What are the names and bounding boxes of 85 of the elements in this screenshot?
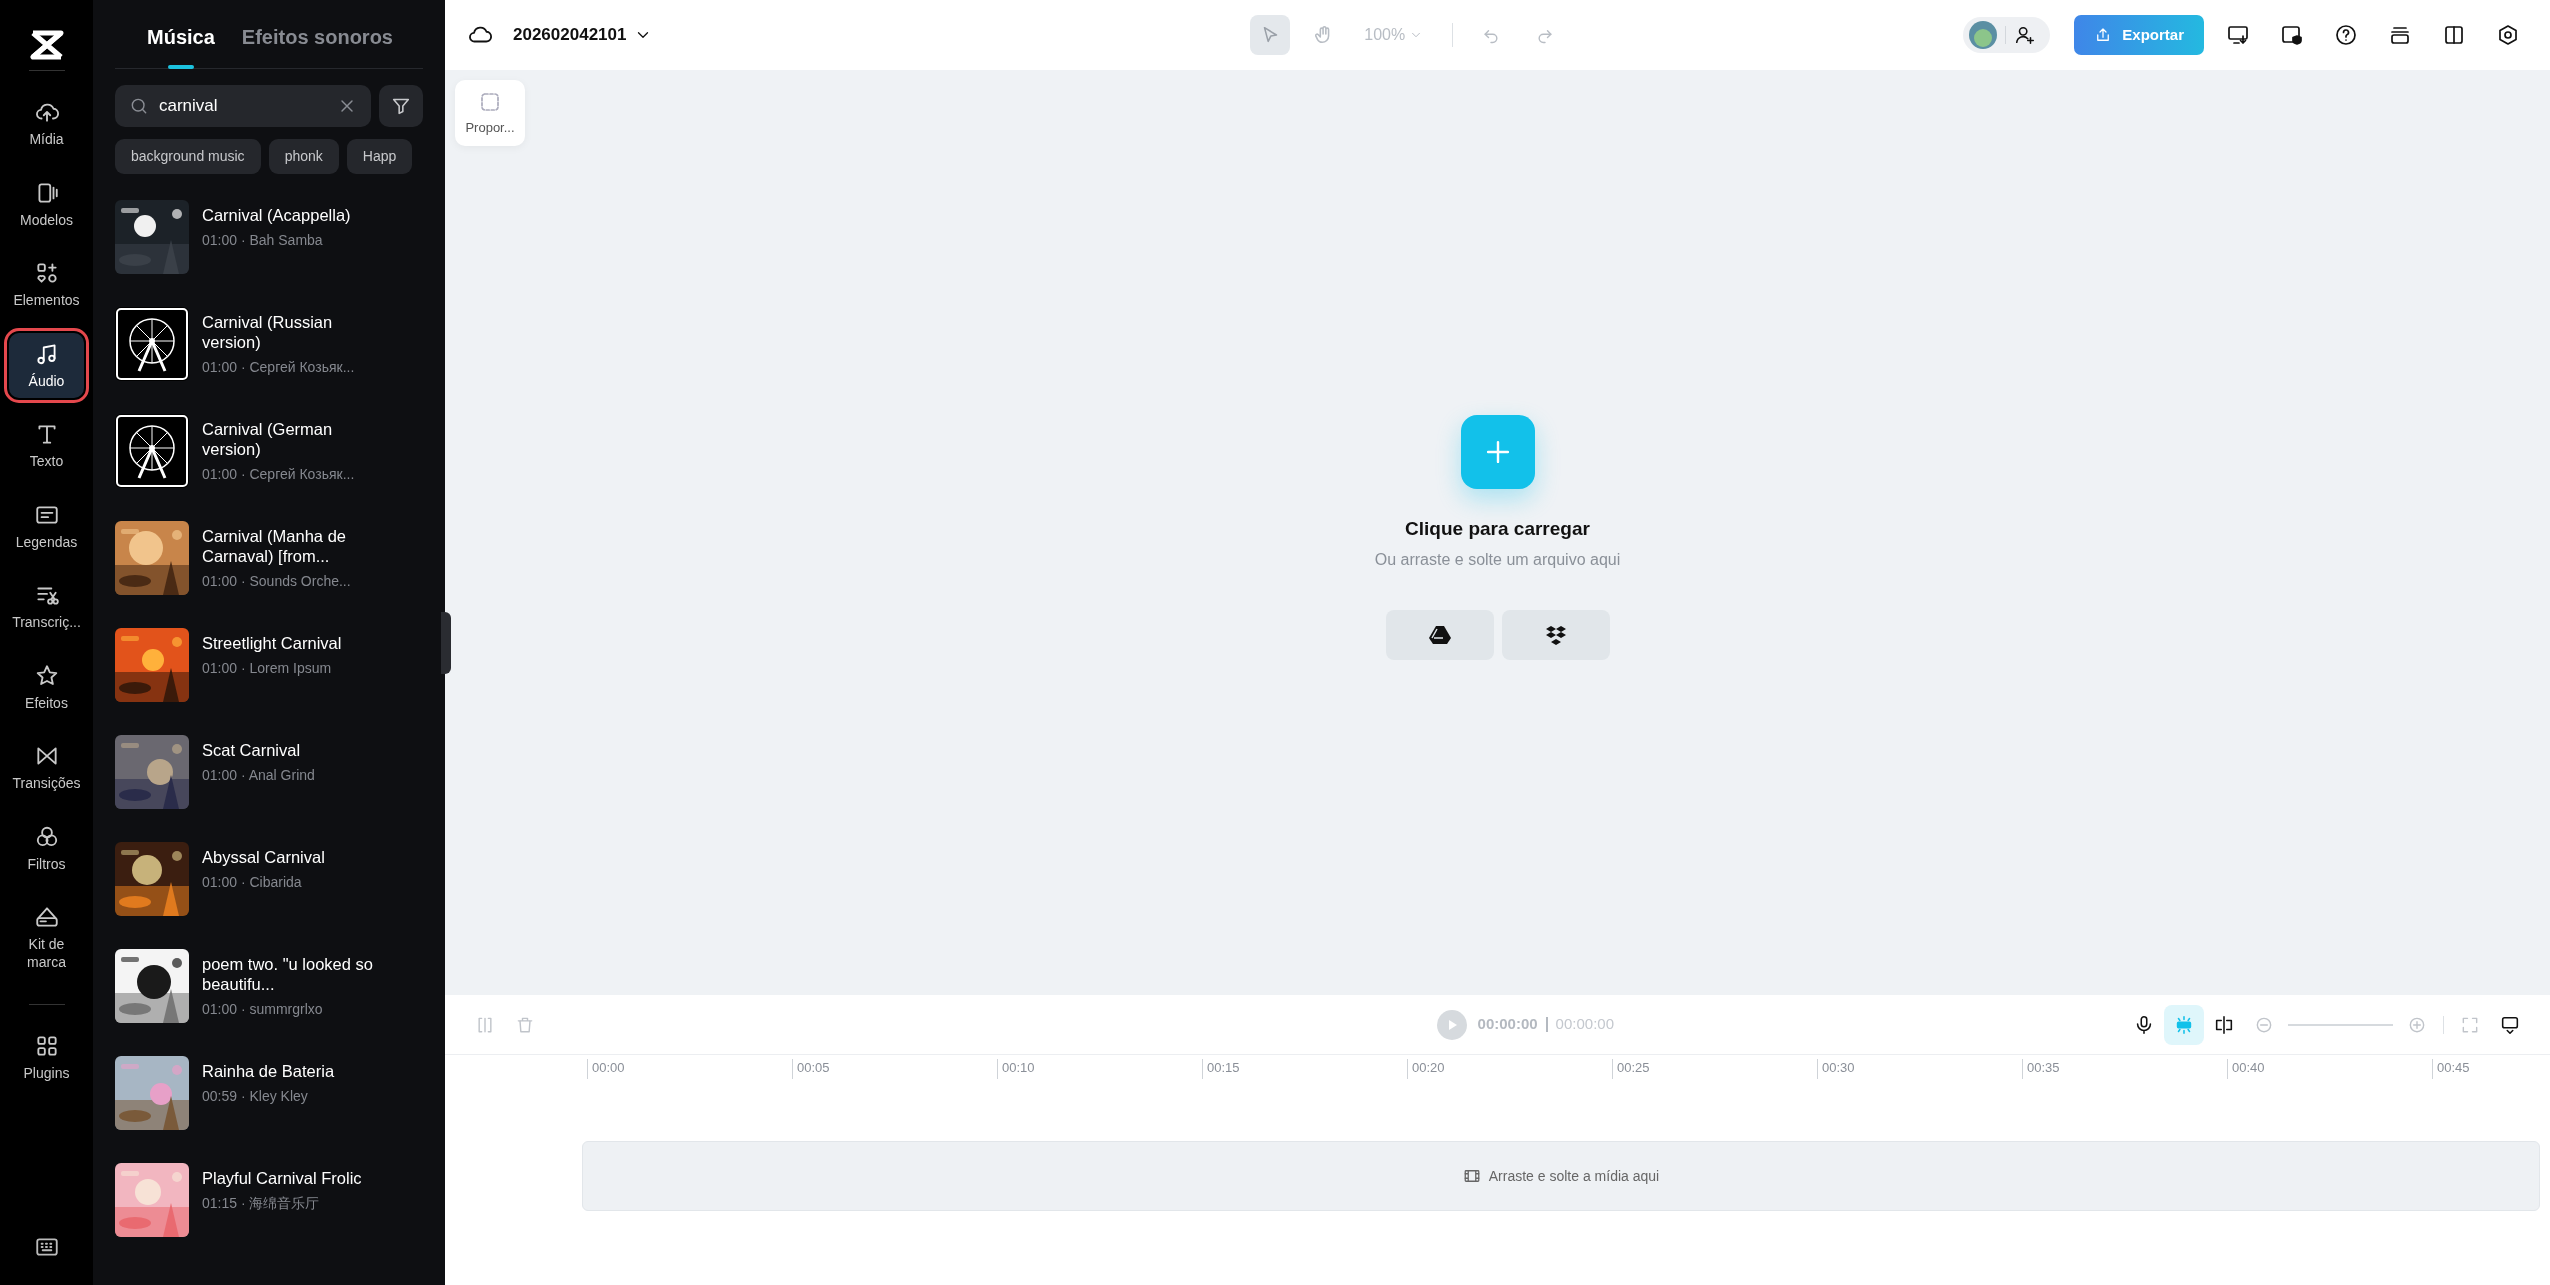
song-title: Abyssal Carnival [202,848,326,868]
time-tick: 00:35 [2022,1059,2060,1079]
film-icon [1462,1167,1481,1185]
song-item[interactable]: Carnival (Acappella) 01:00 · Bah Samba [115,200,423,307]
search-field[interactable]: carnival [115,85,371,127]
sidebar-item[interactable]: Elementos [9,252,84,318]
dashed-square-icon [478,90,502,114]
dropbox-button[interactable] [1501,609,1610,660]
song-meta: 01:15 · 海绵音乐厅 [202,1193,321,1213]
media-drop-track[interactable]: Arraste e solte a mídia aqui [582,1141,2540,1211]
song-title: poem two. "u looked so beautifu... [202,955,374,995]
song-item[interactable]: Rainha de Bateria 00:59 · Kley Kley [115,1056,423,1163]
song-meta: 01:00 · Cibarida [202,872,303,892]
sidebar-item[interactable]: Filtros [9,815,84,881]
sidebar-item[interactable]: Texto [9,413,84,479]
aspect-ratio-button[interactable]: Propor... [455,80,525,146]
sidebar-item[interactable]: Legendas [9,493,84,559]
total-time: 00:00:00 [1555,1014,1614,1035]
tab[interactable]: Música [147,0,215,68]
sidebar-item[interactable]: Transcriç... [9,574,84,640]
song-meta: 01:00 · Сергей Козьяк... [202,357,356,377]
split-center-icon [2213,1013,2235,1036]
tag-chip[interactable]: phonk [268,139,339,174]
settings-icon [2496,23,2520,47]
tab[interactable]: Efeitos sonoros [241,0,393,68]
tag-chip[interactable]: Happ [346,139,413,174]
panel-collapse-handle[interactable] [441,612,451,674]
sidebar-item[interactable]: Kit de marca [9,896,84,979]
avatar [1969,21,1998,49]
song-meta: 01:00 · Bah Samba [202,230,324,250]
song-title: Carnival (Acappella) [202,206,352,226]
song-title: Carnival (Russian version) [202,313,334,353]
song-title: Carnival (Manha de Carnaval) [from... [202,527,347,567]
drive-icon [1428,624,1451,645]
sidebar-item[interactable]: Transições [9,735,84,801]
time-tick: 00:30 [1817,1059,1855,1079]
logo-icon [29,30,64,60]
song-meta: 01:00 · summrgrlxo [202,999,324,1019]
time-tick: 00:00 [587,1059,625,1079]
help-icon [2334,23,2358,47]
toggle-button[interactable] [2164,1004,2204,1045]
sidebar-item[interactable]: Modelos [9,171,84,237]
song-meta: 01:00 · Lorem Ipsum [202,658,333,678]
song-item[interactable]: Carnival (German version) 01:00 · Сергей Козьяк... [115,414,423,521]
google-drive-button[interactable] [1385,609,1494,660]
song-item[interactable]: Carnival (Manha de Carnaval) [from... 01:00 · Sounds Orche... [115,521,423,628]
sidebar-item[interactable]: Mídia [9,91,84,157]
tag-chip[interactable]: background music [115,139,261,174]
search-icon [129,96,149,116]
song-item[interactable]: Carnival (Russian version) 01:00 · Сергей Козьяк... [115,307,423,414]
time-tick: 00:05 [792,1059,830,1079]
song-title: Playful Carnival Frolic [202,1169,363,1189]
song-item[interactable]: poem two. "u looked so beautifu... 01:00 · summrgrlxo [115,949,423,1056]
dropbox-icon [1544,624,1567,645]
project-title[interactable]: 202602042101 [507,21,659,49]
song-meta: 01:00 · Сергей Козьяк... [202,464,356,484]
sidebar-item[interactable]: Efeitos [9,654,84,720]
song-title: Carnival (German version) [202,420,334,460]
add-person-icon [2014,24,2037,46]
upload-title: Clique para carregar [1405,517,1590,541]
split-panel-icon [2442,23,2466,47]
song-item[interactable]: Streetlight Carnival 01:00 · Lorem Ipsum [115,628,423,735]
upload-hint: Ou arraste e solte um arquivo aqui [1374,549,1621,570]
time-tick: 00:15 [1202,1059,1240,1079]
song-title: Streetlight Carnival [202,634,343,654]
song-item[interactable]: Playful Carnival Frolic 01:15 · 海绵音乐厅 [115,1163,423,1270]
song-meta: 01:00 · Sounds Orche... [202,571,352,591]
current-time: 00:00:00 [1477,1014,1538,1035]
song-item[interactable]: Abyssal Carnival 01:00 · Cibarida [115,842,423,949]
time-tick: 00:25 [1612,1059,1650,1079]
sidebar-item[interactable]: Plugins [9,1025,84,1091]
collaborators-pill[interactable] [1963,17,2051,53]
shield-icon [2280,23,2304,47]
time-tick: 00:20 [1407,1059,1445,1079]
monitor-download-icon [2226,23,2250,47]
song-meta: 01:00 · Anal Grind [202,765,316,785]
filter-button[interactable] [379,85,423,127]
song-title: Scat Carnival [202,741,302,761]
song-title: Rainha de Bateria [202,1062,336,1082]
song-item[interactable]: Scat Carnival 01:00 · Anal Grind [115,735,423,842]
play-icon [1436,1009,1467,1040]
time-tick: 00:45 [2432,1059,2470,1079]
song-meta: 00:59 · Kley Kley [202,1086,309,1106]
time-tick: 00:10 [997,1059,1035,1079]
time-tick: 00:40 [2227,1059,2265,1079]
